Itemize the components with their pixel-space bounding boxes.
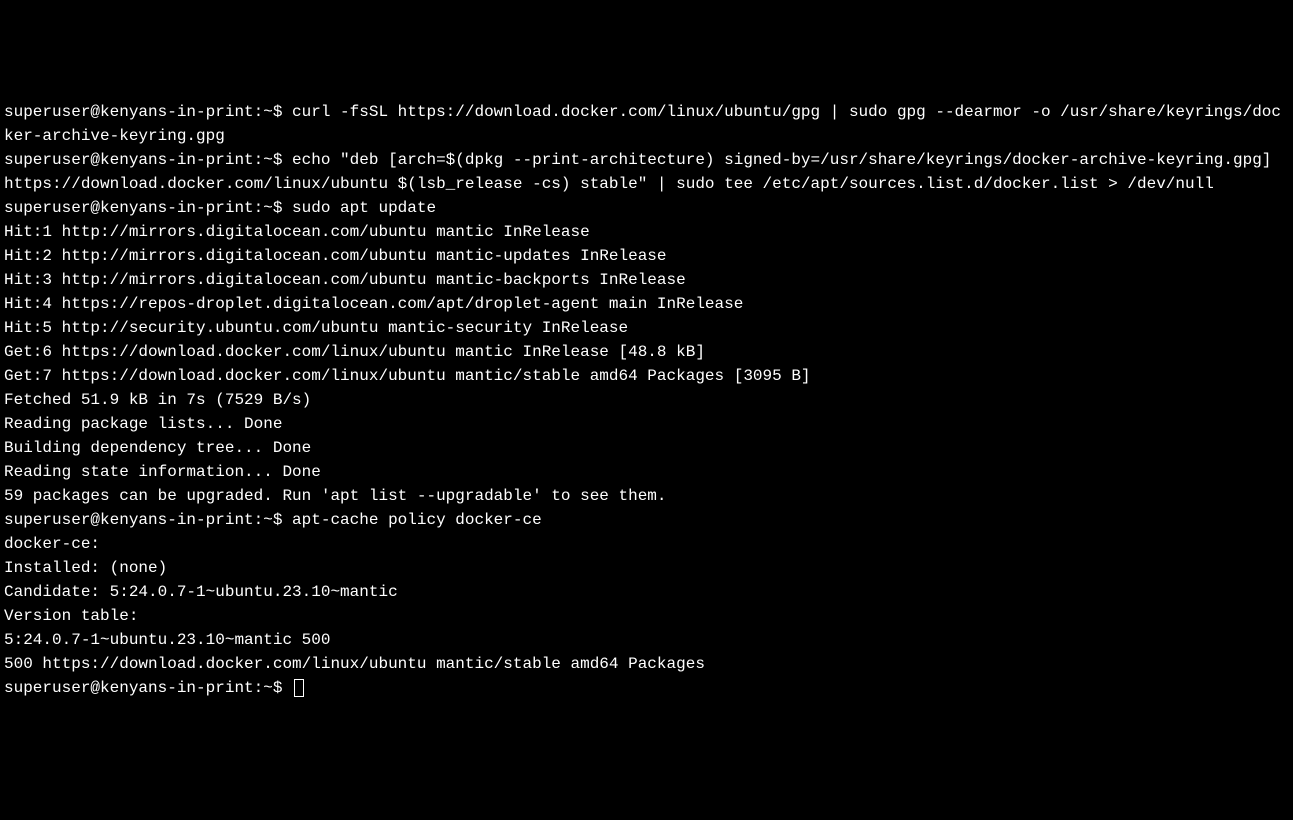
terminal-line: Building dependency tree... Done: [4, 436, 1289, 460]
terminal-line: Candidate: 5:24.0.7-1~ubuntu.23.10~manti…: [4, 580, 1289, 604]
terminal-line: Hit:5 http://security.ubuntu.com/ubuntu …: [4, 316, 1289, 340]
terminal-line: Hit:1 http://mirrors.digitalocean.com/ub…: [4, 220, 1289, 244]
terminal-line: superuser@kenyans-in-print:~$ curl -fsSL…: [4, 100, 1289, 148]
terminal-line: Get:7 https://download.docker.com/linux/…: [4, 364, 1289, 388]
terminal-line: superuser@kenyans-in-print:~$ sudo apt u…: [4, 196, 1289, 220]
terminal-output[interactable]: superuser@kenyans-in-print:~$ curl -fsSL…: [4, 100, 1289, 700]
terminal-line: superuser@kenyans-in-print:~$ echo "deb …: [4, 148, 1289, 196]
terminal-line: superuser@kenyans-in-print:~$ apt-cache …: [4, 508, 1289, 532]
terminal-line: 500 https://download.docker.com/linux/ub…: [4, 652, 1289, 676]
terminal-line: Hit:2 http://mirrors.digitalocean.com/ub…: [4, 244, 1289, 268]
terminal-line: Reading package lists... Done: [4, 412, 1289, 436]
terminal-line: Reading state information... Done: [4, 460, 1289, 484]
terminal-line: Hit:4 https://repos-droplet.digitalocean…: [4, 292, 1289, 316]
cursor-icon[interactable]: [294, 679, 304, 697]
terminal-line: Version table:: [4, 604, 1289, 628]
terminal-line: 59 packages can be upgraded. Run 'apt li…: [4, 484, 1289, 508]
terminal-prompt-line: superuser@kenyans-in-print:~$: [4, 676, 1289, 700]
terminal-prompt: superuser@kenyans-in-print:~$: [4, 679, 292, 697]
terminal-line: Hit:3 http://mirrors.digitalocean.com/ub…: [4, 268, 1289, 292]
terminal-line: Installed: (none): [4, 556, 1289, 580]
terminal-line: Fetched 51.9 kB in 7s (7529 B/s): [4, 388, 1289, 412]
terminal-line: 5:24.0.7-1~ubuntu.23.10~mantic 500: [4, 628, 1289, 652]
terminal-line: Get:6 https://download.docker.com/linux/…: [4, 340, 1289, 364]
terminal-line: docker-ce:: [4, 532, 1289, 556]
